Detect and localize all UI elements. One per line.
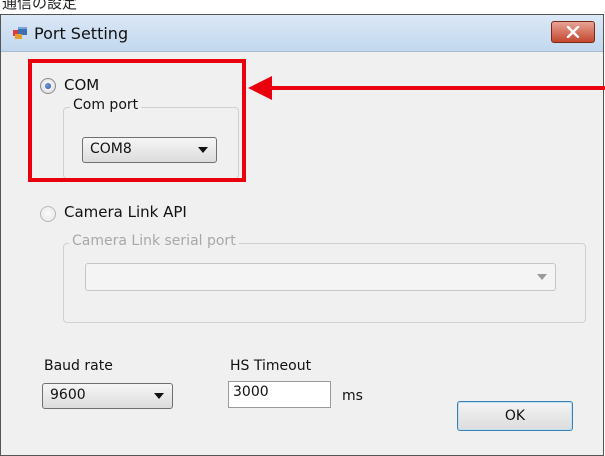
hs-timeout-unit: ms: [342, 388, 363, 404]
close-button[interactable]: [551, 21, 595, 43]
annotation-highlight-box: [28, 59, 246, 182]
hs-timeout-label: HS Timeout: [230, 358, 312, 374]
camera-link-port-select[interactable]: [85, 263, 556, 291]
title-bar[interactable]: Port Setting: [1, 15, 603, 52]
baud-rate-label: Baud rate: [44, 358, 113, 374]
close-icon: [566, 26, 580, 38]
dropdown-arrow-icon: [154, 393, 164, 399]
hs-timeout-input[interactable]: 3000: [228, 381, 331, 408]
window-title: Port Setting: [34, 24, 129, 43]
dropdown-arrow-icon: [537, 274, 547, 280]
annotation-arrow-icon: [248, 76, 272, 100]
page-caption: 通信の設定: [0, 0, 162, 10]
baud-rate-select[interactable]: 9600: [42, 383, 173, 409]
annotation-arrow-line: [270, 86, 605, 90]
camera-link-radio-label[interactable]: Camera Link API: [64, 203, 187, 221]
app-window-icon: [13, 27, 27, 39]
baud-rate-value: 9600: [50, 387, 86, 403]
ok-button[interactable]: OK: [457, 401, 573, 431]
camera-link-group-title: Camera Link serial port: [69, 233, 239, 249]
camera-link-radio[interactable]: [40, 206, 56, 222]
